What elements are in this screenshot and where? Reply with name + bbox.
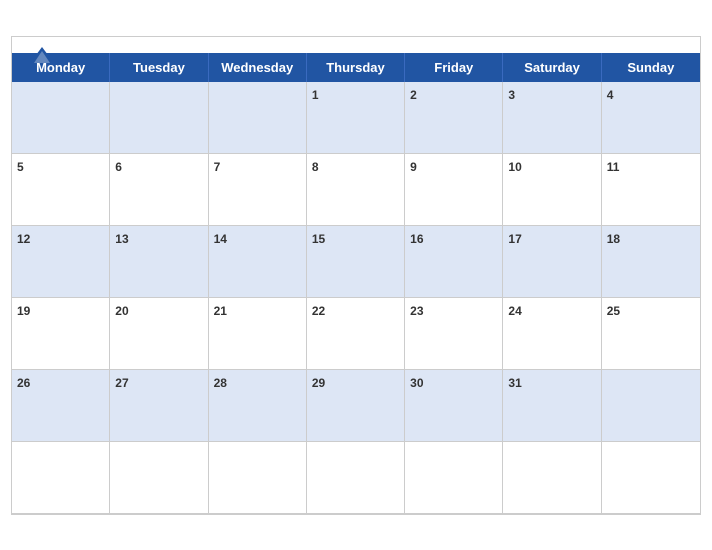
calendar-cell[interactable]: 30 <box>405 370 503 442</box>
calendar-cell[interactable]: 13 <box>110 226 208 298</box>
calendar-cell[interactable]: 22 <box>307 298 405 370</box>
calendar-cell[interactable]: 5 <box>12 154 110 226</box>
calendar-cell[interactable]: 14 <box>209 226 307 298</box>
days-header: Monday Tuesday Wednesday Thursday Friday… <box>12 53 700 82</box>
calendar-header <box>12 37 700 53</box>
calendar-cell[interactable]: 21 <box>209 298 307 370</box>
calendar-cell[interactable]: 8 <box>307 154 405 226</box>
day-number: 7 <box>214 160 221 174</box>
calendar-cell[interactable]: 29 <box>307 370 405 442</box>
calendar-cell[interactable] <box>12 82 110 154</box>
day-number: 11 <box>607 160 620 174</box>
day-number: 13 <box>115 232 128 246</box>
calendar-cell[interactable]: 17 <box>503 226 601 298</box>
calendar-cell[interactable]: 19 <box>12 298 110 370</box>
day-number: 19 <box>17 304 30 318</box>
day-number: 21 <box>214 304 227 318</box>
day-number: 1 <box>312 88 319 102</box>
day-number: 5 <box>17 160 24 174</box>
calendar-cell[interactable]: 31 <box>503 370 601 442</box>
day-number: 22 <box>312 304 325 318</box>
day-number: 29 <box>312 376 325 390</box>
calendar-cell[interactable]: 12 <box>12 226 110 298</box>
day-number: 26 <box>17 376 30 390</box>
calendar-cell[interactable]: 10 <box>503 154 601 226</box>
day-sunday: Sunday <box>602 53 700 82</box>
calendar-cell[interactable]: 20 <box>110 298 208 370</box>
calendar-cell[interactable]: 2 <box>405 82 503 154</box>
logo-area <box>28 45 60 67</box>
day-tuesday: Tuesday <box>110 53 208 82</box>
calendar-cell[interactable] <box>209 82 307 154</box>
day-number: 31 <box>508 376 521 390</box>
calendar-cell[interactable]: 4 <box>602 82 700 154</box>
calendar-cell[interactable] <box>503 442 601 514</box>
day-number: 28 <box>214 376 227 390</box>
day-number: 2 <box>410 88 417 102</box>
calendar-cell[interactable]: 1 <box>307 82 405 154</box>
calendar-cell[interactable] <box>405 442 503 514</box>
calendar-cell[interactable]: 28 <box>209 370 307 442</box>
day-number: 30 <box>410 376 423 390</box>
day-number: 3 <box>508 88 515 102</box>
day-monday: Monday <box>12 53 110 82</box>
calendar-cell[interactable] <box>602 370 700 442</box>
calendar-cell[interactable] <box>110 442 208 514</box>
day-number: 23 <box>410 304 423 318</box>
calendar-cell[interactable]: 26 <box>12 370 110 442</box>
day-number: 15 <box>312 232 325 246</box>
day-number: 14 <box>214 232 227 246</box>
day-number: 10 <box>508 160 521 174</box>
calendar-cell[interactable]: 16 <box>405 226 503 298</box>
day-saturday: Saturday <box>503 53 601 82</box>
day-number: 20 <box>115 304 128 318</box>
calendar-grid: 1234567891011121314151617181920212223242… <box>12 82 700 514</box>
day-number: 27 <box>115 376 128 390</box>
day-number: 18 <box>607 232 620 246</box>
calendar-cell[interactable] <box>602 442 700 514</box>
day-number: 24 <box>508 304 521 318</box>
calendar-cell[interactable] <box>209 442 307 514</box>
calendar-cell[interactable]: 6 <box>110 154 208 226</box>
calendar-cell[interactable] <box>307 442 405 514</box>
calendar-cell[interactable]: 7 <box>209 154 307 226</box>
calendar-cell[interactable]: 23 <box>405 298 503 370</box>
calendar-cell[interactable]: 15 <box>307 226 405 298</box>
day-thursday: Thursday <box>307 53 405 82</box>
day-friday: Friday <box>405 53 503 82</box>
calendar-cell[interactable]: 18 <box>602 226 700 298</box>
calendar-cell[interactable]: 9 <box>405 154 503 226</box>
calendar-cell[interactable] <box>110 82 208 154</box>
calendar-cell[interactable]: 11 <box>602 154 700 226</box>
day-number: 4 <box>607 88 614 102</box>
day-number: 6 <box>115 160 122 174</box>
calendar-cell[interactable]: 27 <box>110 370 208 442</box>
logo-icon <box>28 45 56 67</box>
day-wednesday: Wednesday <box>209 53 307 82</box>
day-number: 16 <box>410 232 423 246</box>
calendar-cell[interactable] <box>12 442 110 514</box>
calendar-cell[interactable]: 24 <box>503 298 601 370</box>
calendar-cell[interactable]: 25 <box>602 298 700 370</box>
day-number: 25 <box>607 304 620 318</box>
calendar-cell[interactable]: 3 <box>503 82 601 154</box>
day-number: 17 <box>508 232 521 246</box>
day-number: 9 <box>410 160 417 174</box>
calendar: Monday Tuesday Wednesday Thursday Friday… <box>11 36 701 515</box>
day-number: 12 <box>17 232 30 246</box>
day-number: 8 <box>312 160 319 174</box>
